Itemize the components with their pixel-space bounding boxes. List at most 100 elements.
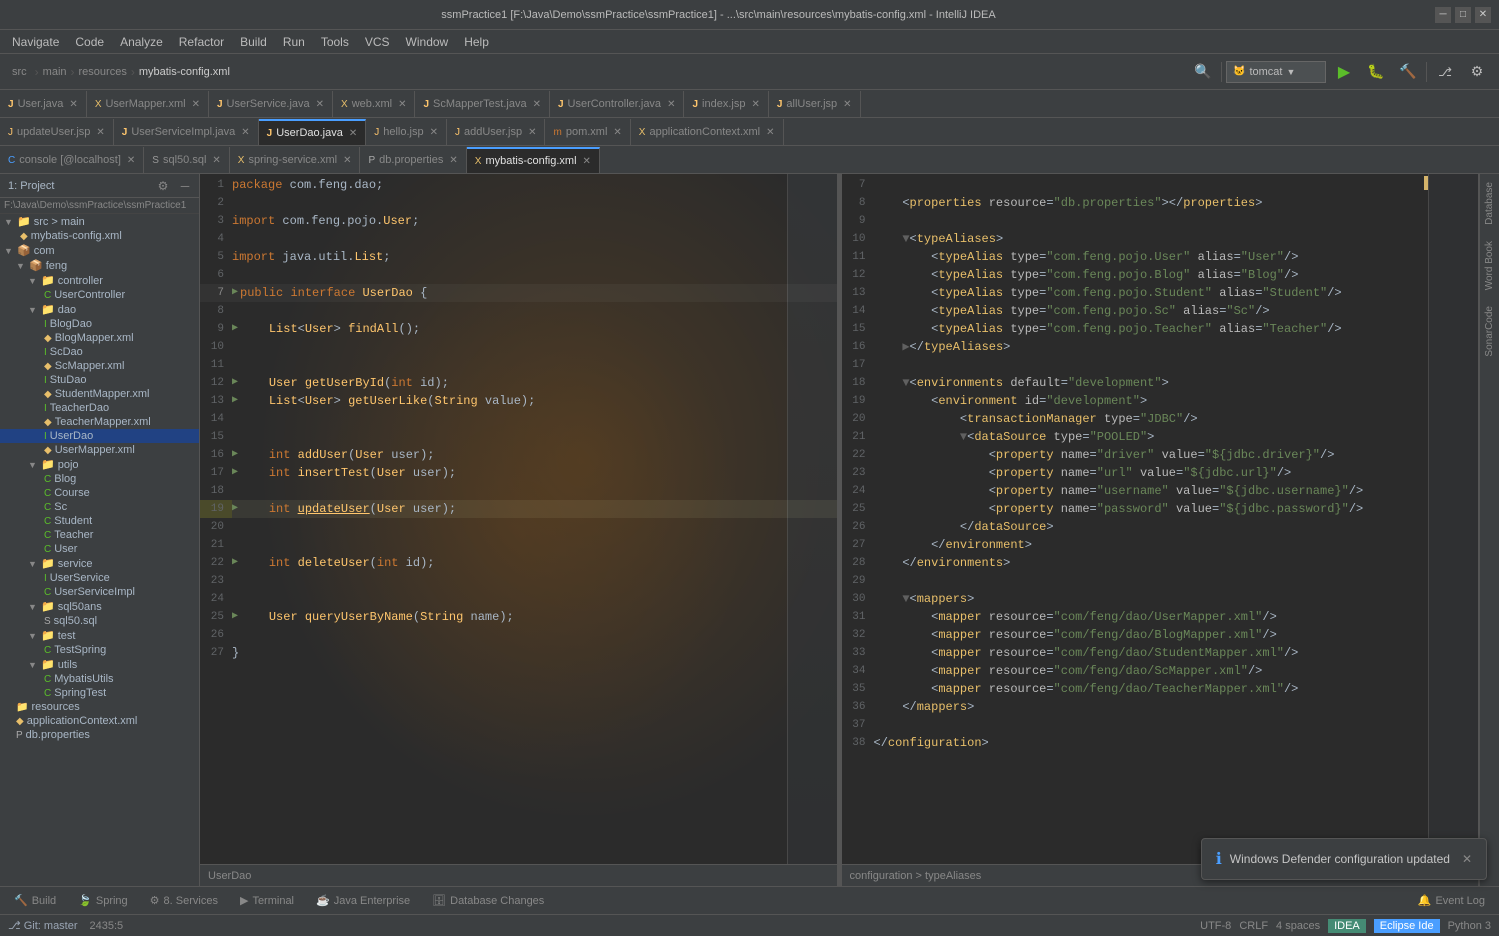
wordbook-label[interactable]: Word Book [1482, 233, 1497, 298]
tree-item-springtest[interactable]: C SpringTest [0, 686, 199, 700]
tab-usermapper-xml[interactable]: X UserMapper.xml✕ [87, 91, 209, 117]
tree-item-test[interactable]: ▼ 📁 test [0, 628, 199, 643]
tree-item-scdao[interactable]: I ScDao [0, 345, 199, 359]
tab-scmappertest-java[interactable]: J ScMapperTest.java✕ [415, 91, 550, 117]
spaces-status[interactable]: 4 spaces [1276, 920, 1320, 932]
sonarcode-label[interactable]: SonarCode [1482, 298, 1497, 365]
run-gutter-12[interactable]: ▶ [232, 374, 238, 392]
build-button[interactable]: 🔨 [1394, 58, 1422, 86]
tree-item-studao[interactable]: I StuDao [0, 373, 199, 387]
run-gutter-25[interactable]: ▶ [232, 608, 238, 626]
bottom-tab-services[interactable]: ⚙ 8. Services [140, 892, 228, 909]
tree-item-sql50sql[interactable]: S sql50.sql [0, 614, 199, 628]
tree-item-mybatis[interactable]: ◆ mybatis-config.xml [0, 229, 199, 243]
tree-item-service[interactable]: ▼ 📁 service [0, 556, 199, 571]
tab-userservice-java[interactable]: J UserService.java✕ [209, 91, 333, 117]
bottom-tab-terminal[interactable]: ▶ Terminal [230, 892, 304, 909]
ide-label[interactable]: IDEA [1328, 919, 1366, 933]
tab-mybatis-config[interactable]: X mybatis-config.xml✕ [467, 147, 600, 173]
tab-usercontroller-java[interactable]: J UserController.java✕ [550, 91, 685, 117]
line-sep-status[interactable]: CRLF [1239, 920, 1268, 932]
bottom-tab-spring[interactable]: 🍃 Spring [68, 892, 138, 909]
run-button[interactable]: ▶ [1330, 58, 1358, 86]
tree-item-blogdao[interactable]: I BlogDao [0, 317, 199, 331]
tree-item-teacher[interactable]: C Teacher [0, 528, 199, 542]
tree-item-teachermapper[interactable]: ◆ TeacherMapper.xml [0, 415, 199, 429]
tree-item-controller[interactable]: ▼ 📁 controller [0, 273, 199, 288]
right-code-panel[interactable]: 7 8 <properties resource="db.properties"… [842, 174, 1480, 886]
tree-item-usermapper[interactable]: ◆ UserMapper.xml [0, 443, 199, 457]
debug-button[interactable]: 🐛 [1362, 58, 1390, 86]
tree-item-applicationcontext[interactable]: ◆ applicationContext.xml [0, 714, 199, 728]
menu-tools[interactable]: Tools [313, 33, 357, 51]
run-gutter-16[interactable]: ▶ [232, 446, 238, 464]
tab-web-xml[interactable]: X web.xml✕ [333, 91, 415, 117]
menu-analyze[interactable]: Analyze [112, 33, 171, 51]
database-label[interactable]: Database [1482, 174, 1497, 233]
tree-item-sc[interactable]: C Sc [0, 500, 199, 514]
tree-item-sql50ans[interactable]: ▼ 📁 sql50ans [0, 599, 199, 614]
tab-index-jsp[interactable]: J index.jsp✕ [684, 91, 768, 117]
tree-item-teacherdao[interactable]: I TeacherDao [0, 401, 199, 415]
event-log-btn[interactable]: 🔔 Event Log [1408, 892, 1495, 909]
tree-item-scmapper[interactable]: ◆ ScMapper.xml [0, 359, 199, 373]
tree-item-com[interactable]: ▼ 📦 com [0, 243, 199, 258]
tab-applicationcontext-xml[interactable]: X applicationContext.xml✕ [631, 119, 784, 145]
git-branch-status[interactable]: ⎇ Git: master [8, 919, 78, 932]
tab-user-java[interactable]: J User.java✕ [0, 91, 87, 117]
tree-item-blogmapper[interactable]: ◆ BlogMapper.xml [0, 331, 199, 345]
eclipse-label[interactable]: Eclipse Ide [1374, 919, 1440, 933]
right-code-content[interactable]: 7 8 <properties resource="db.properties"… [842, 174, 1479, 864]
tab-adduser-jsp[interactable]: J addUser.jsp✕ [447, 119, 545, 145]
menu-run[interactable]: Run [275, 33, 313, 51]
close-btn[interactable]: ✕ [1475, 7, 1491, 23]
search-icon[interactable]: 🔍 [1189, 58, 1217, 86]
tab-hello-jsp[interactable]: J hello.jsp✕ [366, 119, 447, 145]
tree-item-utils[interactable]: ▼ 📁 utils [0, 657, 199, 672]
tree-item-userserviceimpl[interactable]: C UserServiceImpl [0, 585, 199, 599]
git-button[interactable]: ⎇ [1431, 58, 1459, 86]
tab-userserviceimpl-java[interactable]: J UserServiceImpl.java✕ [114, 119, 259, 145]
tree-item-userservice[interactable]: I UserService [0, 571, 199, 585]
tree-item-pojo[interactable]: ▼ 📁 pojo [0, 457, 199, 472]
tree-item-dbproperties[interactable]: P db.properties [0, 728, 199, 742]
menu-navigate[interactable]: Navigate [4, 33, 67, 51]
tab-db-properties[interactable]: P db.properties✕ [360, 147, 466, 173]
minimize-btn[interactable]: ─ [1435, 7, 1451, 23]
menu-build[interactable]: Build [232, 33, 275, 51]
tree-item-usercontroller[interactable]: C UserController [0, 288, 199, 302]
sidebar-settings-btn[interactable]: ⚙ [153, 176, 173, 196]
tree-item-blog[interactable]: C Blog [0, 472, 199, 486]
tree-item-mybatisutils[interactable]: C MybatisUtils [0, 672, 199, 686]
menu-refactor[interactable]: Refactor [171, 33, 232, 51]
tree-item-feng[interactable]: ▼ 📦 feng [0, 258, 199, 273]
tab-userdao-java[interactable]: J UserDao.java✕ [259, 119, 367, 145]
encoding-status[interactable]: UTF-8 [1200, 920, 1231, 932]
bottom-tab-dbchanges[interactable]: 🗄 Database Changes [422, 892, 554, 909]
run-gutter-17[interactable]: ▶ [232, 464, 238, 482]
tree-item-resources2[interactable]: 📁 resources [0, 700, 199, 714]
tree-item-studentmapper[interactable]: ◆ StudentMapper.xml [0, 387, 199, 401]
menu-help[interactable]: Help [456, 33, 497, 51]
tree-item-student[interactable]: C Student [0, 514, 199, 528]
tree-item-userdao[interactable]: I UserDao [0, 429, 199, 443]
run-gutter-13[interactable]: ▶ [232, 392, 238, 410]
toast-close-btn[interactable]: ✕ [1462, 852, 1472, 866]
python-label[interactable]: Python 3 [1448, 920, 1491, 932]
run-gutter-7[interactable]: ▶ [232, 284, 238, 302]
tab-sql50[interactable]: S sql50.sql✕ [144, 147, 229, 173]
tab-alluser-jsp[interactable]: J allUser.jsp✕ [769, 91, 861, 117]
tree-item-user[interactable]: C User [0, 542, 199, 556]
tab-console[interactable]: C console [@localhost]✕ [0, 147, 144, 173]
tree-item-dao[interactable]: ▼ 📁 dao [0, 302, 199, 317]
tab-updateuser-jsp[interactable]: J updateUser.jsp✕ [0, 119, 114, 145]
menu-vcs[interactable]: VCS [357, 33, 398, 51]
tomcat-selector[interactable]: 🐱 tomcat ▼ [1226, 61, 1326, 83]
maximize-btn[interactable]: □ [1455, 7, 1471, 23]
sidebar-hide-btn[interactable]: ─ [175, 176, 195, 196]
run-gutter-19[interactable]: ▶ [232, 500, 238, 518]
menu-window[interactable]: Window [398, 33, 457, 51]
tab-pom-xml[interactable]: m pom.xml✕ [545, 119, 630, 145]
tree-item-course[interactable]: C Course [0, 486, 199, 500]
tab-spring-service[interactable]: X spring-service.xml✕ [230, 147, 361, 173]
